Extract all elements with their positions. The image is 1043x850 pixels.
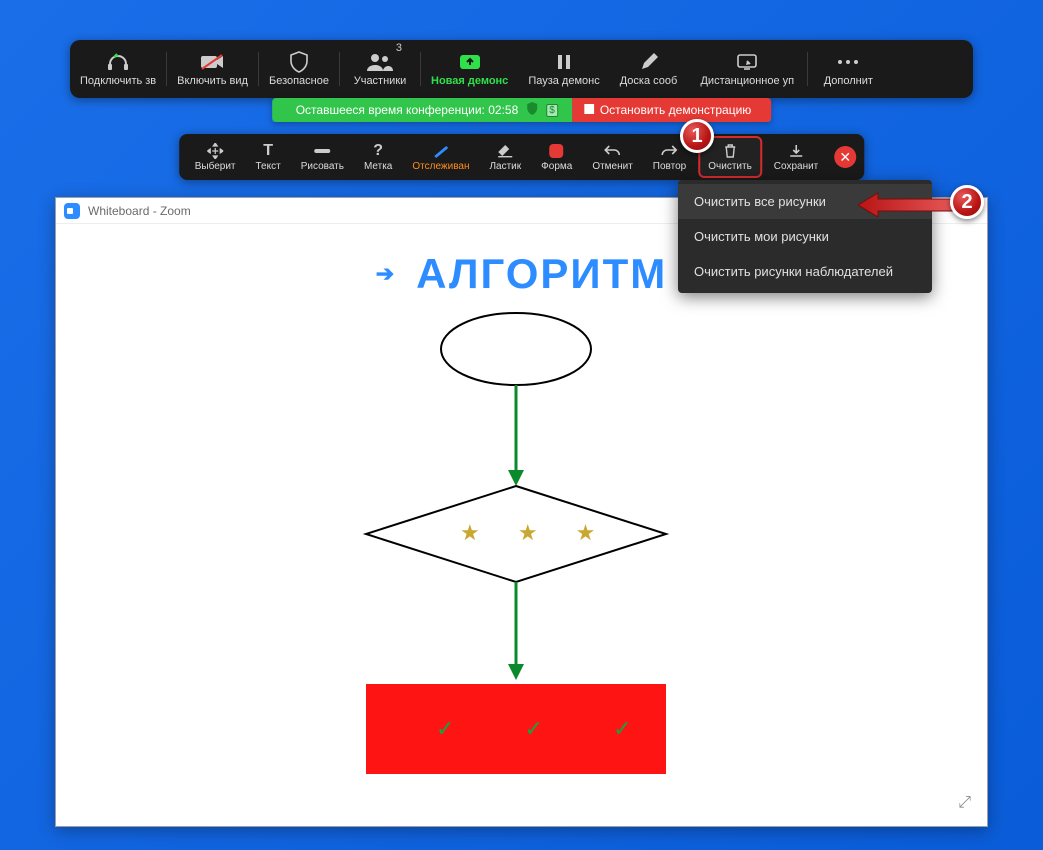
timer-text: Оставшееся время конференции: 02:58 [296,103,519,117]
format-tool[interactable]: Форма [533,136,580,178]
undo-tool[interactable]: Отменит [584,136,640,178]
meeting-timer[interactable]: Оставшееся время конференции: 02:58 $ [272,98,572,122]
stars-icon: ★ ★ ★ [460,520,611,546]
pencil-icon [639,51,659,73]
spotlight-tool[interactable]: Отслеживан [404,136,477,178]
whiteboard-title: Whiteboard - Zoom [88,204,191,218]
callout-arrow-icon [858,191,958,219]
remote-button[interactable]: Дистанционное уп [687,40,807,98]
clear-all-label: Очистить все рисунки [694,194,826,209]
clear-mine-item[interactable]: Очистить мои рисунки [678,219,932,254]
camera-off-icon [200,51,226,73]
save-label: Сохранит [774,161,818,172]
audio-label: Подключить зв [80,75,156,87]
more-label: Дополнит [824,75,873,87]
video-button[interactable]: Включить вид [167,40,258,98]
people-icon [366,51,394,73]
close-icon: ✕ [839,149,851,166]
eraser-tool[interactable]: Ластик [481,136,529,178]
draw-tool[interactable]: Рисовать [293,136,352,178]
new-share-label: Новая демонс [431,75,508,87]
step-2-text: 2 [961,191,972,214]
format-icon [549,142,565,160]
close-toolbar-button[interactable]: ✕ [834,146,856,168]
eraser-icon [497,142,513,160]
main-toolbar: Подключить зв Включить вид Безопасное 3 … [70,40,973,98]
whiteboard-canvas[interactable]: ➔ АЛГОРИТМ ★ ★ ★ ✓ ✓ ✓ ⤢ [56,224,987,826]
text-tool[interactable]: T Текст [248,136,289,178]
stamp-tool[interactable]: ? Метка [356,136,400,178]
select-label: Выберит [195,161,236,172]
shield-icon [289,51,309,73]
pause-label: Пауза демонс [528,75,599,87]
remote-label: Дистанционное уп [700,75,794,87]
stop-share-button[interactable]: Остановить демонстрацию [572,98,771,122]
select-tool[interactable]: Выберит [187,136,244,178]
headphones-icon [106,51,130,73]
step-1-badge: 1 [680,119,714,153]
draw-label: Рисовать [301,161,344,172]
line-icon [313,142,331,160]
move-icon [207,142,223,160]
annotation-toolbar: Выберит T Текст Рисовать ? Метка Отслежи… [179,134,865,180]
dollar-icon: $ [546,104,558,117]
text-label: Текст [256,161,281,172]
question-icon: ? [373,142,383,160]
new-share-button[interactable]: Новая демонс [421,40,518,98]
expand-icon[interactable]: ⤢ [958,794,971,812]
whiteboard-button[interactable]: Доска сооб [610,40,688,98]
eraser-label: Ластик [489,161,521,172]
video-label: Включить вид [177,75,248,87]
share-up-icon [458,51,482,73]
text-icon: T [263,142,273,160]
undo-icon [604,142,622,160]
security-button[interactable]: Безопасное [259,40,339,98]
participants-button[interactable]: 3 Участники [340,40,420,98]
stop-icon [584,103,594,117]
dots-icon [836,51,860,73]
redo-label: Повтор [653,161,686,172]
trash-icon [722,142,738,160]
audio-button[interactable]: Подключить зв [70,40,166,98]
pause-share-button[interactable]: Пауза демонс [518,40,609,98]
checks-icon: ✓ ✓ ✓ [436,716,664,742]
step-1-text: 1 [691,125,702,148]
format-label: Форма [541,161,572,172]
whiteboard-label: Доска сооб [620,75,678,87]
participants-label: Участники [354,75,407,87]
save-tool[interactable]: Сохранит [766,136,826,178]
participants-count: 3 [396,42,402,54]
stamp-label: Метка [364,161,392,172]
clear-mine-label: Очистить мои рисунки [694,229,829,244]
clear-viewers-label: Очистить рисунки наблюдателей [694,264,893,279]
pause-icon [555,51,573,73]
step-2-badge: 2 [950,185,984,219]
spotlight-icon [432,142,450,160]
redo-icon [661,142,679,160]
clear-viewers-item[interactable]: Очистить рисунки наблюдателей [678,254,932,289]
more-button[interactable]: Дополнит [808,40,888,98]
security-label: Безопасное [269,75,329,87]
zoom-logo-icon [64,203,80,219]
download-icon [788,142,804,160]
clear-label: Очистить [708,161,752,172]
remote-icon [736,51,758,73]
shield-small-icon [526,102,538,119]
stop-text: Остановить демонстрацию [600,103,751,117]
undo-label: Отменит [592,161,632,172]
spotlight-label: Отслеживан [412,161,469,172]
